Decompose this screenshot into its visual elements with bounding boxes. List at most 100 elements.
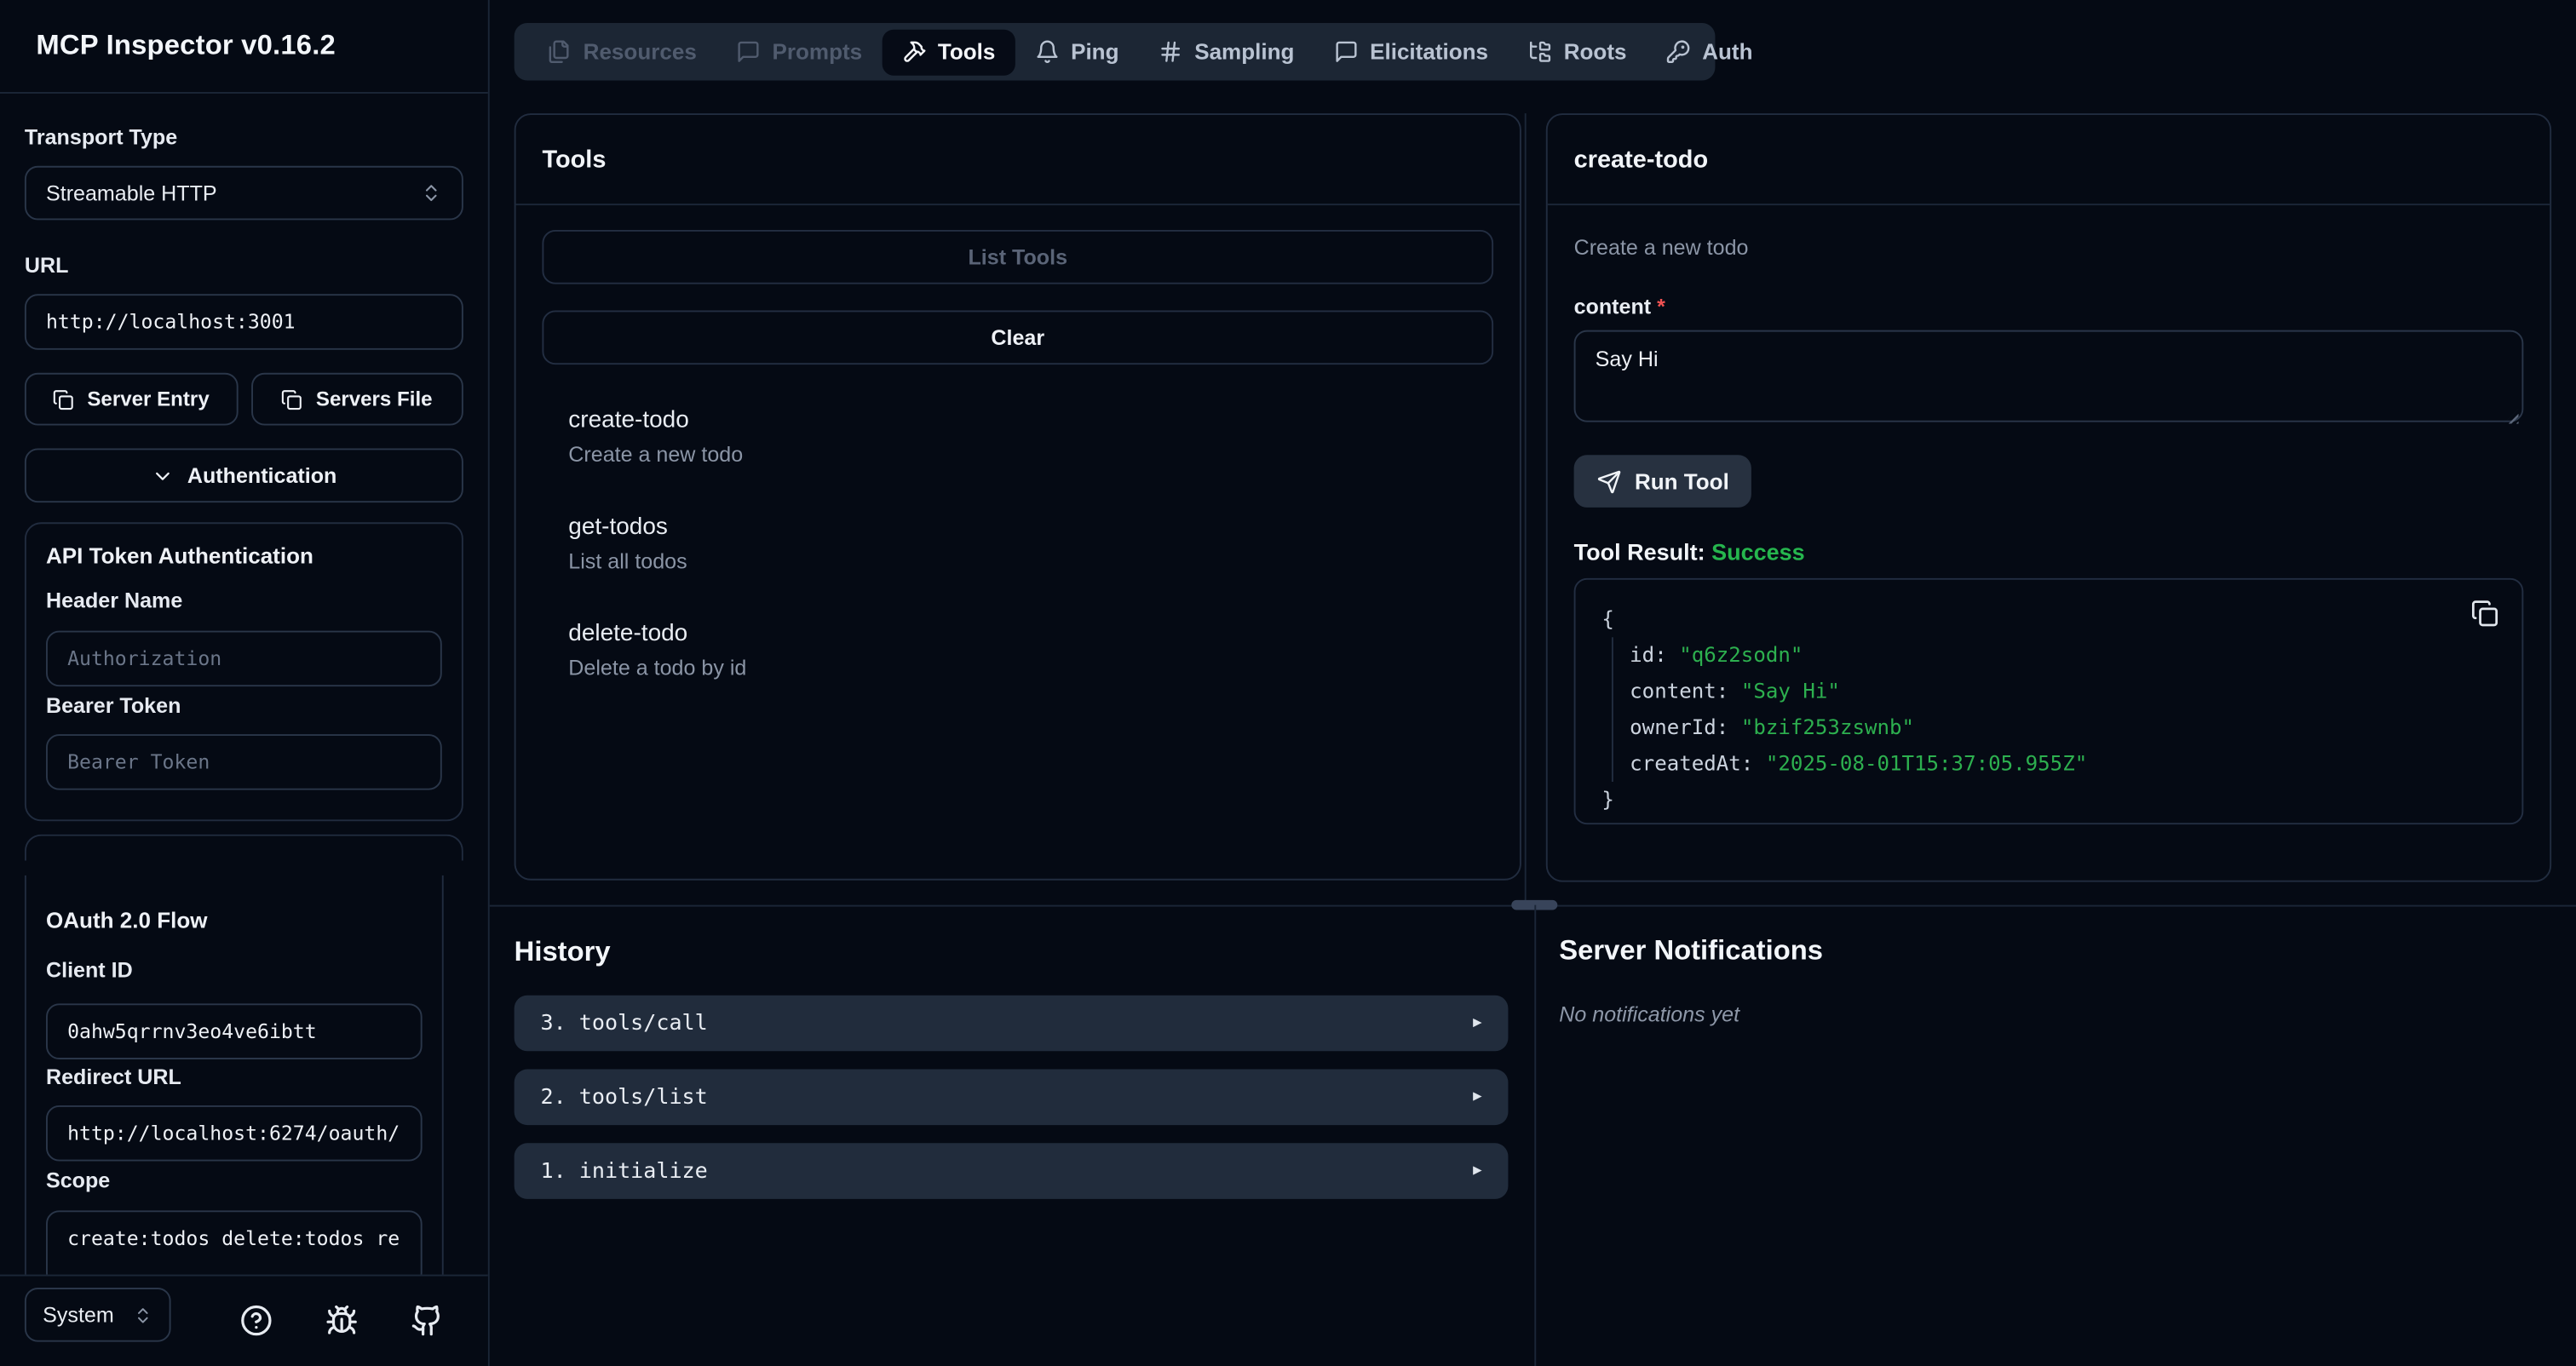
history-row-initialize[interactable]: 1. initialize ▶ bbox=[515, 1143, 1509, 1199]
tab-prompts[interactable]: Prompts bbox=[716, 29, 882, 75]
sidebar-header: MCP Inspector v0.16.2 bbox=[0, 0, 488, 94]
url-label: URL bbox=[25, 255, 463, 276]
tab-sampling[interactable]: Sampling bbox=[1139, 29, 1314, 75]
authentication-toggle[interactable]: Authentication bbox=[25, 449, 463, 503]
copy-icon bbox=[53, 388, 74, 410]
client-id-input[interactable] bbox=[67, 1020, 401, 1043]
copy-icon[interactable] bbox=[2471, 600, 2499, 628]
history-row-label: 3. tools/call bbox=[541, 1011, 708, 1036]
json-line: createdAt: "2025-08-01T15:37:05.955Z" bbox=[1630, 746, 2495, 782]
run-tool-button[interactable]: Run Tool bbox=[1574, 455, 1752, 508]
content-textarea[interactable]: Say Hi bbox=[1574, 330, 2524, 422]
run-tool-label: Run Tool bbox=[1635, 469, 1729, 494]
tool-list-item-get-todos[interactable]: get-todos List all todos bbox=[542, 514, 1493, 573]
message-square-icon bbox=[736, 39, 761, 64]
history-list: 3. tools/call ▶ 2. tools/list ▶ 1. initi… bbox=[515, 996, 1509, 1217]
theme-select[interactable]: System bbox=[25, 1288, 171, 1342]
json-line: id: "q6z2sodn" bbox=[1630, 637, 2495, 673]
selected-tool-description: Create a new todo bbox=[1574, 235, 2524, 260]
tab-tools[interactable]: Tools bbox=[882, 29, 1015, 75]
scope-label: Scope bbox=[46, 1169, 423, 1191]
tab-elicitations[interactable]: Elicitations bbox=[1314, 29, 1509, 75]
tools-panel: Tools List Tools Clear create-todo Creat… bbox=[515, 113, 1521, 881]
expand-arrow-icon: ▶ bbox=[1473, 1162, 1481, 1179]
header-name-field-wrap bbox=[46, 631, 442, 687]
tab-auth[interactable]: Auth bbox=[1647, 29, 1773, 75]
key-icon bbox=[1666, 39, 1691, 64]
servers-file-label: Servers File bbox=[316, 387, 433, 410]
content-field-label: content bbox=[1574, 294, 1652, 319]
redirect-url-label: Redirect URL bbox=[46, 1066, 423, 1088]
tool-list-item-create-todo[interactable]: create-todo Create a new todo bbox=[542, 407, 1493, 466]
sidebar-scroll-area[interactable]: Transport Type Streamable HTTP URL Serve… bbox=[0, 94, 488, 1275]
tab-label: Auth bbox=[1702, 39, 1752, 64]
chevrons-up-down-icon bbox=[421, 182, 442, 204]
tool-result-json: { id: "q6z2sodn" content: "Say Hi" owner… bbox=[1574, 578, 2524, 824]
history-row-tools-list[interactable]: 2. tools/list ▶ bbox=[515, 1070, 1509, 1126]
tab-label: Prompts bbox=[773, 39, 863, 64]
scope-input[interactable] bbox=[67, 1227, 401, 1250]
authentication-label: Authentication bbox=[187, 463, 337, 488]
history-row-label: 1. initialize bbox=[541, 1159, 708, 1184]
bearer-token-label: Bearer Token bbox=[46, 695, 442, 716]
redirect-url-input[interactable] bbox=[67, 1122, 401, 1145]
json-close-brace: } bbox=[1601, 782, 2495, 818]
tab-label: Roots bbox=[1564, 39, 1627, 64]
tool-name: get-todos bbox=[568, 514, 1493, 541]
tools-panel-title: Tools bbox=[542, 146, 606, 174]
files-icon bbox=[547, 39, 572, 64]
expand-arrow-icon: ▶ bbox=[1473, 1089, 1481, 1105]
required-asterisk: * bbox=[1657, 294, 1665, 319]
header-name-input[interactable] bbox=[67, 647, 421, 670]
transport-type-value: Streamable HTTP bbox=[46, 181, 217, 205]
list-tools-label: List Tools bbox=[968, 244, 1067, 269]
client-id-label: Client ID bbox=[46, 959, 423, 980]
bug-icon[interactable] bbox=[325, 1304, 359, 1337]
clear-button[interactable]: Clear bbox=[542, 311, 1493, 365]
selected-tool-panel: create-todo Create a new todo content * … bbox=[1546, 113, 2551, 882]
tab-label: Tools bbox=[938, 39, 996, 64]
sidebar: MCP Inspector v0.16.2 Transport Type Str… bbox=[0, 0, 490, 1366]
tab-label: Resources bbox=[584, 39, 697, 64]
server-notifications-title: Server Notifications bbox=[1559, 934, 1823, 967]
server-notifications-empty: No notifications yet bbox=[1559, 1002, 1739, 1026]
json-line: ownerId: "bzif253zswnb" bbox=[1630, 709, 2495, 745]
tab-ping[interactable]: Ping bbox=[1015, 29, 1139, 75]
bearer-token-input[interactable] bbox=[67, 750, 421, 773]
servers-file-button[interactable]: Servers File bbox=[250, 373, 463, 426]
tab-resources[interactable]: Resources bbox=[527, 29, 716, 75]
url-field-wrap bbox=[25, 294, 463, 350]
message-square-icon bbox=[1334, 39, 1359, 64]
help-icon[interactable] bbox=[240, 1304, 273, 1337]
main-area: Resources Prompts Tools Ping Sampling El… bbox=[490, 0, 2576, 1366]
history-title: History bbox=[515, 936, 611, 969]
tab-bar: Resources Prompts Tools Ping Sampling El… bbox=[515, 23, 1716, 81]
server-entry-button[interactable]: Server Entry bbox=[25, 373, 238, 426]
scope-field-wrap bbox=[46, 1210, 423, 1274]
tools-panel-header: Tools bbox=[516, 115, 1520, 205]
tool-name: create-todo bbox=[568, 407, 1493, 433]
folder-tree-icon bbox=[1527, 39, 1552, 64]
list-tools-button[interactable]: List Tools bbox=[542, 230, 1493, 284]
api-token-card: API Token Authentication Header Name Bea… bbox=[25, 522, 463, 821]
tab-roots[interactable]: Roots bbox=[1508, 29, 1646, 75]
url-input[interactable] bbox=[46, 311, 442, 334]
tab-label: Sampling bbox=[1194, 39, 1294, 64]
pane-resize-divider bbox=[1525, 113, 1527, 905]
server-entry-label: Server Entry bbox=[87, 387, 209, 410]
app-window: MCP Inspector v0.16.2 Transport Type Str… bbox=[0, 0, 2576, 1366]
expand-arrow-icon: ▶ bbox=[1473, 1015, 1481, 1031]
oauth-flow-card: OAuth 2.0 Flow Client ID Redirect URL Sc… bbox=[25, 875, 444, 1275]
tool-description: List all todos bbox=[568, 550, 1493, 573]
tool-list-item-delete-todo[interactable]: delete-todo Delete a todo by id bbox=[542, 621, 1493, 680]
transport-type-select[interactable]: Streamable HTTP bbox=[25, 166, 463, 221]
redirect-url-field-wrap bbox=[46, 1105, 423, 1162]
history-row-tools-call[interactable]: 3. tools/call ▶ bbox=[515, 996, 1509, 1052]
theme-value: System bbox=[43, 1302, 114, 1327]
selected-tool-title: create-todo bbox=[1574, 146, 1709, 174]
api-token-title: API Token Authentication bbox=[46, 543, 442, 568]
bell-icon bbox=[1035, 39, 1060, 64]
github-icon[interactable] bbox=[411, 1304, 444, 1337]
chevrons-up-down-icon bbox=[133, 1305, 152, 1324]
json-body: id: "q6z2sodn" content: "Say Hi" ownerId… bbox=[1612, 637, 2496, 782]
